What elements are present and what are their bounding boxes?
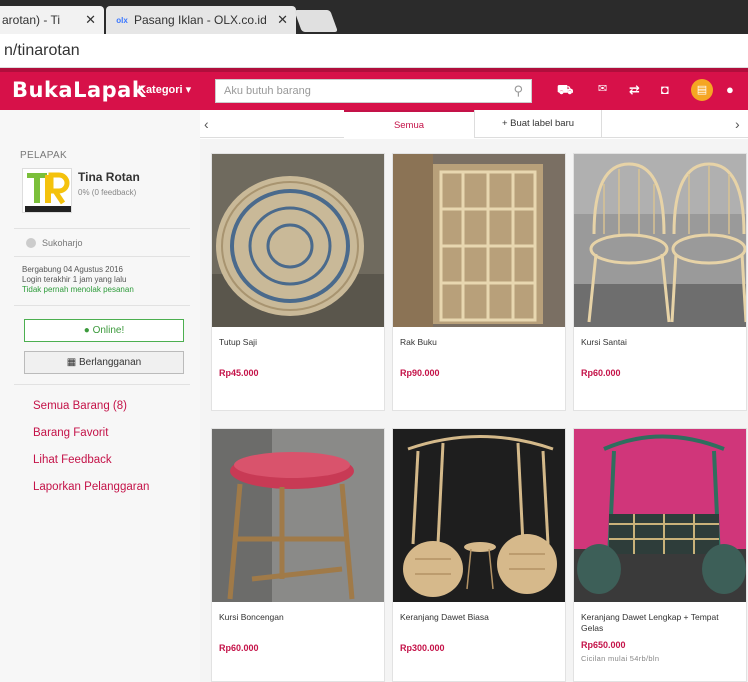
transfer-icon[interactable]: ⇄ bbox=[629, 82, 640, 98]
product-card[interactable]: Rak Buku Rp90.000 bbox=[392, 153, 566, 411]
installment-info: Cicilan mulai 54rb/bln bbox=[581, 654, 660, 663]
joined-date: Bergabung 04 Agustus 2016 bbox=[22, 265, 123, 274]
subscribe-icon: ▦ bbox=[66, 357, 77, 368]
product-name[interactable]: Keranjang Dawet Biasa bbox=[400, 612, 560, 623]
section-label: PELAPAK bbox=[20, 150, 67, 161]
product-card[interactable]: Kursi Santai Rp60.000 bbox=[573, 153, 747, 411]
link-semua-barang[interactable]: Semua Barang (8) bbox=[33, 400, 127, 412]
link-laporkan[interactable]: Laporkan Pelanggaran bbox=[33, 481, 149, 493]
address-bar[interactable]: n/tinarotan bbox=[0, 34, 748, 68]
divider bbox=[14, 384, 190, 385]
olx-icon: olx bbox=[116, 15, 128, 25]
bukalapak-logo[interactable]: BukaLapak bbox=[12, 78, 146, 102]
tab-semua[interactable]: Semua bbox=[344, 110, 474, 138]
dompet-icon[interactable]: ▤ bbox=[691, 79, 713, 101]
new-tab-button[interactable] bbox=[293, 10, 339, 32]
tabs-right-arrow-icon[interactable]: › bbox=[735, 116, 740, 132]
search-placeholder: Aku butuh barang bbox=[224, 85, 311, 97]
tabs-left-arrow-icon[interactable]: ‹ bbox=[204, 116, 209, 132]
search-input[interactable]: Aku butuh barang ⚲ bbox=[215, 79, 532, 103]
browser-tab-bukalapak[interactable]: arotan) - Ti ✕ bbox=[0, 6, 104, 34]
search-icon[interactable]: ⚲ bbox=[513, 83, 523, 99]
kategori-dropdown[interactable]: Kategori ▾ bbox=[138, 83, 191, 96]
close-tab-icon[interactable]: ✕ bbox=[277, 12, 288, 28]
tab-buat-label[interactable]: + Buat label baru bbox=[474, 110, 602, 138]
product-image[interactable] bbox=[574, 429, 746, 602]
product-card[interactable]: Tutup Saji Rp45.000 bbox=[211, 153, 385, 411]
product-image[interactable] bbox=[393, 429, 565, 602]
product-image[interactable] bbox=[574, 154, 746, 327]
product-name[interactable]: Keranjang Dawet Lengkap + Tempat Gelas bbox=[581, 612, 741, 634]
site-header: BukaLapak Kategori ▾ Aku butuh barang ⚲ … bbox=[0, 68, 748, 110]
product-price: Rp300.000 bbox=[400, 643, 445, 653]
store-avatar[interactable] bbox=[22, 168, 72, 213]
link-barang-favorit[interactable]: Barang Favorit bbox=[33, 427, 108, 439]
cart-icon[interactable]: ⛟ bbox=[557, 82, 573, 100]
product-price: Rp45.000 bbox=[219, 368, 259, 378]
product-image[interactable] bbox=[212, 154, 384, 327]
divider bbox=[14, 305, 190, 306]
location-pin-icon bbox=[26, 238, 36, 248]
product-name[interactable]: Tutup Saji bbox=[219, 337, 379, 348]
message-icon[interactable]: ✉ bbox=[598, 82, 607, 95]
product-image[interactable] bbox=[212, 429, 384, 602]
camera-icon[interactable]: ◘ bbox=[661, 82, 669, 97]
online-status-button[interactable]: ● Online! bbox=[24, 319, 184, 342]
browser-tab-olx[interactable]: olx Pasang Iklan - OLX.co.id ✕ bbox=[106, 6, 296, 34]
product-card[interactable]: Keranjang Dawet Biasa Rp300.000 bbox=[392, 428, 566, 682]
product-image[interactable] bbox=[393, 154, 565, 327]
store-name[interactable]: Tina Rotan bbox=[78, 170, 140, 184]
last-login: Login terakhir 1 jam yang lalu bbox=[22, 275, 127, 284]
close-tab-icon[interactable]: ✕ bbox=[85, 12, 96, 28]
never-reject: Tidak pernah menolak pesanan bbox=[22, 285, 134, 294]
online-label: Online! bbox=[92, 325, 125, 336]
product-price: Rp650.000 bbox=[581, 640, 626, 650]
product-name[interactable]: Kursi Santai bbox=[581, 337, 741, 348]
url-text: n/tinarotan bbox=[4, 42, 80, 59]
product-price: Rp60.000 bbox=[581, 368, 621, 378]
link-lihat-feedback[interactable]: Lihat Feedback bbox=[33, 454, 112, 466]
product-price: Rp60.000 bbox=[219, 643, 259, 653]
store-feedback[interactable]: 0% (0 feedback) bbox=[78, 188, 136, 197]
product-price: Rp90.000 bbox=[400, 368, 440, 378]
online-dot-icon: ● bbox=[83, 325, 90, 336]
tab-title: arotan) - Ti bbox=[2, 13, 61, 27]
divider bbox=[14, 228, 190, 229]
tab-title: Pasang Iklan - OLX.co.id bbox=[134, 13, 267, 27]
product-card[interactable]: Keranjang Dawet Lengkap + Tempat Gelas R… bbox=[573, 428, 747, 682]
seller-sidebar: PELAPAK Tina Rotan 0% (0 feedback) Sukoh… bbox=[0, 110, 200, 682]
user-icon[interactable]: ● bbox=[726, 82, 734, 97]
store-location: Sukoharjo bbox=[42, 238, 83, 248]
subscribe-label: Berlangganan bbox=[78, 357, 142, 368]
product-card[interactable]: Kursi Boncengan Rp60.000 bbox=[211, 428, 385, 682]
label-tabs-bar: ‹ Semua + Buat label baru › bbox=[200, 110, 748, 138]
product-name[interactable]: Kursi Boncengan bbox=[219, 612, 379, 623]
subscribe-button[interactable]: ▦ Berlangganan bbox=[24, 351, 184, 374]
browser-tab-bar: arotan) - Ti ✕ olx Pasang Iklan - OLX.co… bbox=[0, 0, 748, 34]
divider bbox=[14, 256, 190, 257]
product-name[interactable]: Rak Buku bbox=[400, 337, 560, 348]
